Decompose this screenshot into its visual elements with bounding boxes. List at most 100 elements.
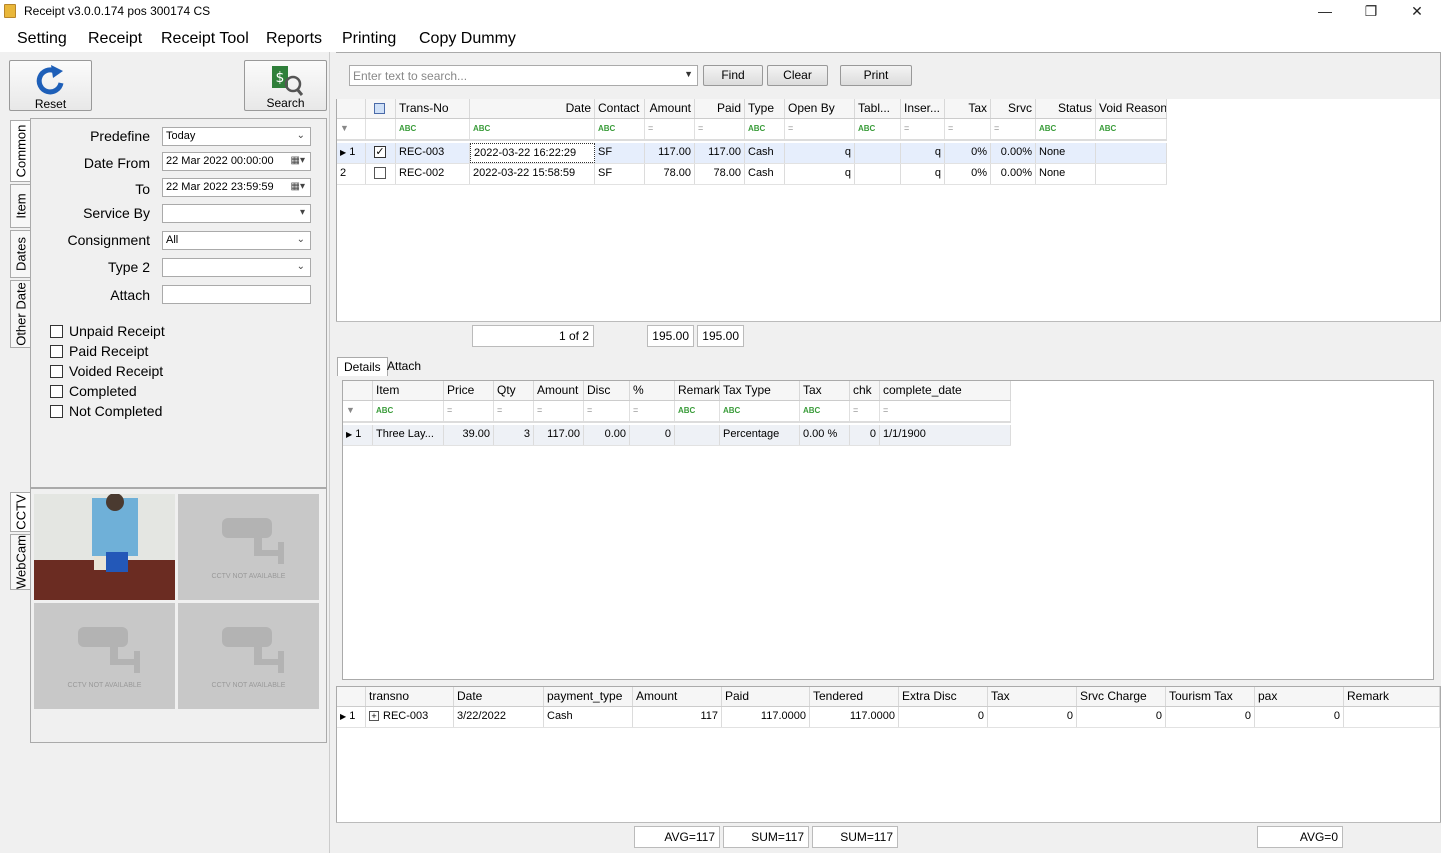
row-checkbox[interactable]: ✓: [366, 143, 396, 163]
col-status[interactable]: Status: [1036, 99, 1096, 118]
tab-cctv[interactable]: CCTV: [10, 492, 30, 532]
col-srvc[interactable]: Srvc: [991, 99, 1036, 118]
filter-percent[interactable]: =: [630, 401, 675, 421]
filter-price[interactable]: =: [444, 401, 494, 421]
col-amount[interactable]: Amount: [645, 99, 695, 118]
filter-status[interactable]: ABC: [1036, 119, 1096, 139]
filter-open-by[interactable]: =: [785, 119, 855, 139]
col-pay-tax[interactable]: Tax: [988, 687, 1077, 706]
col-extra-disc[interactable]: Extra Disc: [899, 687, 988, 706]
filter-trans-no[interactable]: ABC: [396, 119, 470, 139]
close-button[interactable]: ✕: [1394, 0, 1440, 24]
col-disc[interactable]: Disc: [584, 381, 630, 400]
col-remark[interactable]: Remark: [675, 381, 720, 400]
col-transno[interactable]: transno: [366, 687, 454, 706]
col-amount[interactable]: Amount: [534, 381, 584, 400]
col-tendered[interactable]: Tendered: [810, 687, 899, 706]
date-to-input[interactable]: 22 Mar 2022 23:59:59 ▦▾: [162, 178, 311, 197]
filter-tax-type[interactable]: ABC: [720, 401, 800, 421]
search-button[interactable]: $ Search: [244, 60, 327, 111]
filter-void-reason[interactable]: ABC: [1096, 119, 1167, 139]
not-completed-checkbox[interactable]: [50, 405, 63, 418]
filter-date[interactable]: ABC: [470, 119, 595, 139]
menu-reports[interactable]: Reports: [266, 30, 322, 48]
col-percent[interactable]: %: [630, 381, 675, 400]
filter-qty[interactable]: =: [494, 401, 534, 421]
col-pay-paid[interactable]: Paid: [722, 687, 810, 706]
col-type[interactable]: Type: [745, 99, 785, 118]
tab-common[interactable]: Common: [10, 120, 30, 182]
filter-amount[interactable]: =: [645, 119, 695, 139]
filter-amount[interactable]: =: [534, 401, 584, 421]
unpaid-receipt-checkbox[interactable]: [50, 325, 63, 338]
tab-webcam[interactable]: WebCam: [10, 534, 30, 590]
menu-setting[interactable]: Setting: [17, 30, 67, 48]
restore-button[interactable]: ❐: [1348, 0, 1394, 24]
tab-item[interactable]: Item: [10, 184, 30, 228]
col-chk[interactable]: chk: [850, 381, 880, 400]
col-payment-type[interactable]: payment_type: [544, 687, 633, 706]
print-button[interactable]: Print: [840, 65, 912, 86]
col-qty[interactable]: Qty: [494, 381, 534, 400]
col-table[interactable]: Tabl...: [855, 99, 901, 118]
dropdown-arrow-icon[interactable]: ▼: [684, 69, 693, 79]
filter-contact[interactable]: ABC: [595, 119, 645, 139]
type2-select[interactable]: ⌄: [162, 258, 311, 277]
date-from-input[interactable]: 22 Mar 2022 00:00:00 ▦▾: [162, 152, 311, 171]
clear-button[interactable]: Clear: [767, 65, 828, 86]
paid-receipt-checkbox[interactable]: [50, 345, 63, 358]
col-contact[interactable]: Contact: [595, 99, 645, 118]
table-row[interactable]: 2 REC-002 2022-03-22 15:58:59 SF 78.00 7…: [337, 164, 1167, 185]
col-pay-remark[interactable]: Remark: [1344, 687, 1440, 706]
filter-paid[interactable]: =: [695, 119, 745, 139]
table-row[interactable]: ▶ 1 Three Lay... 39.00 3 117.00 0.00 0 P…: [343, 425, 1011, 446]
filter-type[interactable]: ABC: [745, 119, 785, 139]
menu-receipt[interactable]: Receipt: [88, 30, 142, 48]
filter-tax[interactable]: ABC: [800, 401, 850, 421]
filter-complete-date[interactable]: =: [880, 401, 1011, 421]
minimize-button[interactable]: —: [1302, 0, 1348, 24]
tab-other-date[interactable]: Other Date: [10, 280, 30, 348]
voided-receipt-checkbox[interactable]: [50, 365, 63, 378]
completed-checkbox[interactable]: [50, 385, 63, 398]
calendar-icon[interactable]: ▦▾: [291, 181, 305, 192]
tab-attach[interactable]: Attach: [381, 357, 427, 375]
col-paid[interactable]: Paid: [695, 99, 745, 118]
row-checkbox[interactable]: [366, 164, 396, 184]
menu-receipt-tool[interactable]: Receipt Tool: [161, 30, 249, 48]
col-tax[interactable]: Tax: [945, 99, 991, 118]
col-pay-amount[interactable]: Amount: [633, 687, 722, 706]
filter-disc[interactable]: =: [584, 401, 630, 421]
filter-tax[interactable]: =: [945, 119, 991, 139]
table-row[interactable]: ▶ 1 + REC-003 3/22/2022 Cash 117 117.0000…: [337, 707, 1440, 728]
col-tax-type[interactable]: Tax Type: [720, 381, 800, 400]
table-row[interactable]: ▶ 1 ✓ REC-003 2022-03-22 16:22:29 SF 117…: [337, 143, 1167, 164]
menu-copy-dummy[interactable]: Copy Dummy: [419, 30, 516, 48]
col-tourism-tax[interactable]: Tourism Tax: [1166, 687, 1255, 706]
col-pax[interactable]: pax: [1255, 687, 1344, 706]
col-inserted[interactable]: Inser...: [901, 99, 945, 118]
expand-plus-icon[interactable]: +: [369, 711, 379, 721]
filter-remark[interactable]: ABC: [675, 401, 720, 421]
filter-chk[interactable]: =: [850, 401, 880, 421]
filter-inserted[interactable]: =: [901, 119, 945, 139]
col-complete-date[interactable]: complete_date: [880, 381, 1011, 400]
col-trans-no[interactable]: Trans-No: [396, 99, 470, 118]
col-date[interactable]: Date: [470, 99, 595, 118]
attach-input[interactable]: [162, 285, 311, 304]
consignment-select[interactable]: All ⌄: [162, 231, 311, 250]
filter-srvc[interactable]: =: [991, 119, 1036, 139]
col-tax[interactable]: Tax: [800, 381, 850, 400]
predefine-select[interactable]: Today ⌄: [162, 127, 311, 146]
find-button[interactable]: Find: [703, 65, 763, 86]
select-all-checkbox[interactable]: [366, 99, 396, 118]
reset-button[interactable]: Reset: [9, 60, 92, 111]
search-input[interactable]: Enter text to search... ▼: [349, 65, 698, 86]
col-open-by[interactable]: Open By: [785, 99, 855, 118]
col-price[interactable]: Price: [444, 381, 494, 400]
calendar-icon[interactable]: ▦▾: [291, 155, 305, 166]
menu-printing[interactable]: Printing: [342, 30, 396, 48]
service-by-select[interactable]: ▾: [162, 204, 311, 223]
filter-table[interactable]: ABC: [855, 119, 901, 139]
col-void-reason[interactable]: Void Reason: [1096, 99, 1167, 118]
